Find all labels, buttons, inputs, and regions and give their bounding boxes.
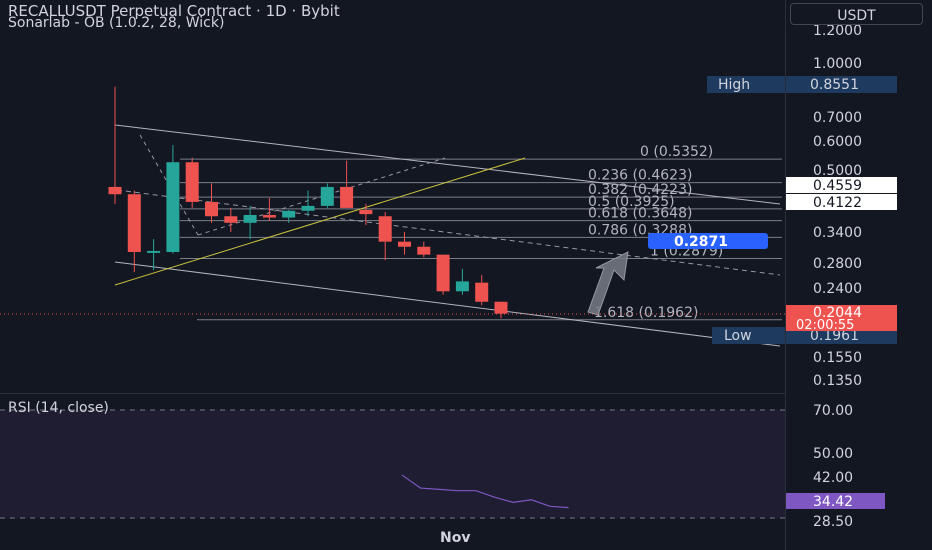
fib-level: 0.618 (0.3648) — [180, 206, 782, 222]
price-axis-separator — [785, 0, 786, 550]
high-label: High — [718, 77, 750, 93]
candle — [475, 275, 489, 306]
rsi-tick: 50.00 — [813, 446, 853, 462]
price-tick: 0.2400 — [813, 281, 862, 297]
price-tick: 0.5000 — [813, 163, 862, 179]
candle — [359, 203, 373, 226]
candle — [494, 301, 508, 319]
rsi-label[interactable]: RSI (14, close) — [8, 400, 109, 416]
high-value: 0.8551 — [810, 77, 859, 93]
price-tick: 0.6000 — [813, 134, 862, 150]
rsi-tick: 42.00 — [813, 470, 853, 486]
price-axis[interactable]: 1.20001.00000.70000.60000.50000.34000.28… — [813, 23, 862, 530]
price-tick: 0.1350 — [813, 373, 862, 389]
candle — [398, 232, 411, 255]
candle — [455, 268, 469, 295]
candle — [185, 157, 199, 208]
price-tick: 0.2800 — [813, 256, 862, 272]
candlestick-series — [108, 86, 508, 319]
rsi-pane-separator[interactable] — [0, 393, 785, 394]
fib-level: 0.382 (0.4223) — [180, 182, 782, 198]
candle — [147, 239, 161, 271]
price-tick: 0.7000 — [813, 110, 862, 126]
time-axis-label: Nov — [440, 530, 471, 546]
channel-upper-line — [114, 124, 781, 205]
fib-label: 0 (0.5352) — [640, 144, 713, 160]
fib-level: 0 (0.5352) — [180, 144, 782, 160]
rsi-band — [0, 410, 785, 518]
candle — [108, 86, 122, 204]
rsi-tick: 28.50 — [813, 514, 853, 530]
high-tag: High 0.8551 — [707, 76, 897, 93]
candle — [436, 254, 450, 295]
price-tag-1: 0.4559 — [785, 177, 897, 194]
rsi-tick: 70.00 — [813, 403, 853, 419]
candle — [301, 190, 315, 217]
price-tick: 1.0000 — [813, 56, 862, 72]
candle — [205, 183, 218, 223]
low-label: Low — [724, 328, 752, 344]
candle — [224, 207, 238, 232]
candle — [340, 160, 354, 208]
candle — [243, 205, 257, 240]
chart-canvas[interactable]: 0 (0.5352)0.236 (0.4623)0.382 (0.4223)0.… — [0, 0, 932, 550]
fib-label: 1.618 (0.1962) — [594, 305, 698, 321]
candle — [127, 190, 141, 272]
price-tick: 0.3400 — [813, 225, 862, 241]
rsi-current-tag: 34.42 — [785, 493, 885, 510]
currency-button[interactable]: USDT — [790, 3, 923, 25]
fib-level: 1.618 (0.1962) — [197, 305, 782, 321]
candle — [417, 241, 431, 258]
price-tag-2-value: 0.4122 — [813, 195, 862, 211]
price-tag-1-value: 0.4559 — [813, 178, 862, 194]
target-tag: 0.2871 — [648, 233, 768, 250]
indicator-label[interactable]: Sonarlab - OB (1.0.2, 28, Wick) — [8, 15, 224, 31]
rsi-pane — [0, 409, 785, 519]
target-value: 0.2871 — [674, 234, 728, 250]
price-tag-2: 0.4122 — [785, 194, 897, 211]
price-tick: 0.1550 — [813, 350, 862, 366]
countdown-value: 02:00:55 — [796, 318, 854, 333]
current-price-tag: 0.2044 02:00:55 — [785, 305, 897, 333]
rsi-current-value: 34.42 — [813, 494, 853, 510]
candle — [378, 212, 392, 261]
candle — [166, 145, 180, 254]
fib-label: 0.618 (0.3648) — [588, 206, 692, 222]
candle — [320, 183, 334, 208]
